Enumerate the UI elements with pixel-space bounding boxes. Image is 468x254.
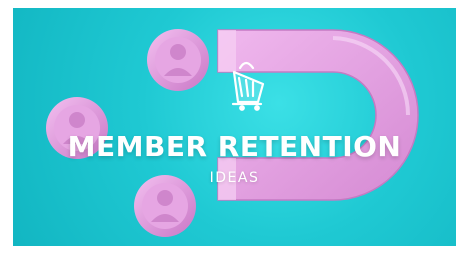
banner-title: MEMBER RETENTION [67, 130, 402, 163]
banner-subtitle: IDEAS [209, 170, 260, 186]
thumbnail-banner: MEMBER RETENTION IDEAS [13, 8, 456, 246]
banner-illustration [46, 29, 419, 237]
avatar-top [147, 29, 209, 91]
